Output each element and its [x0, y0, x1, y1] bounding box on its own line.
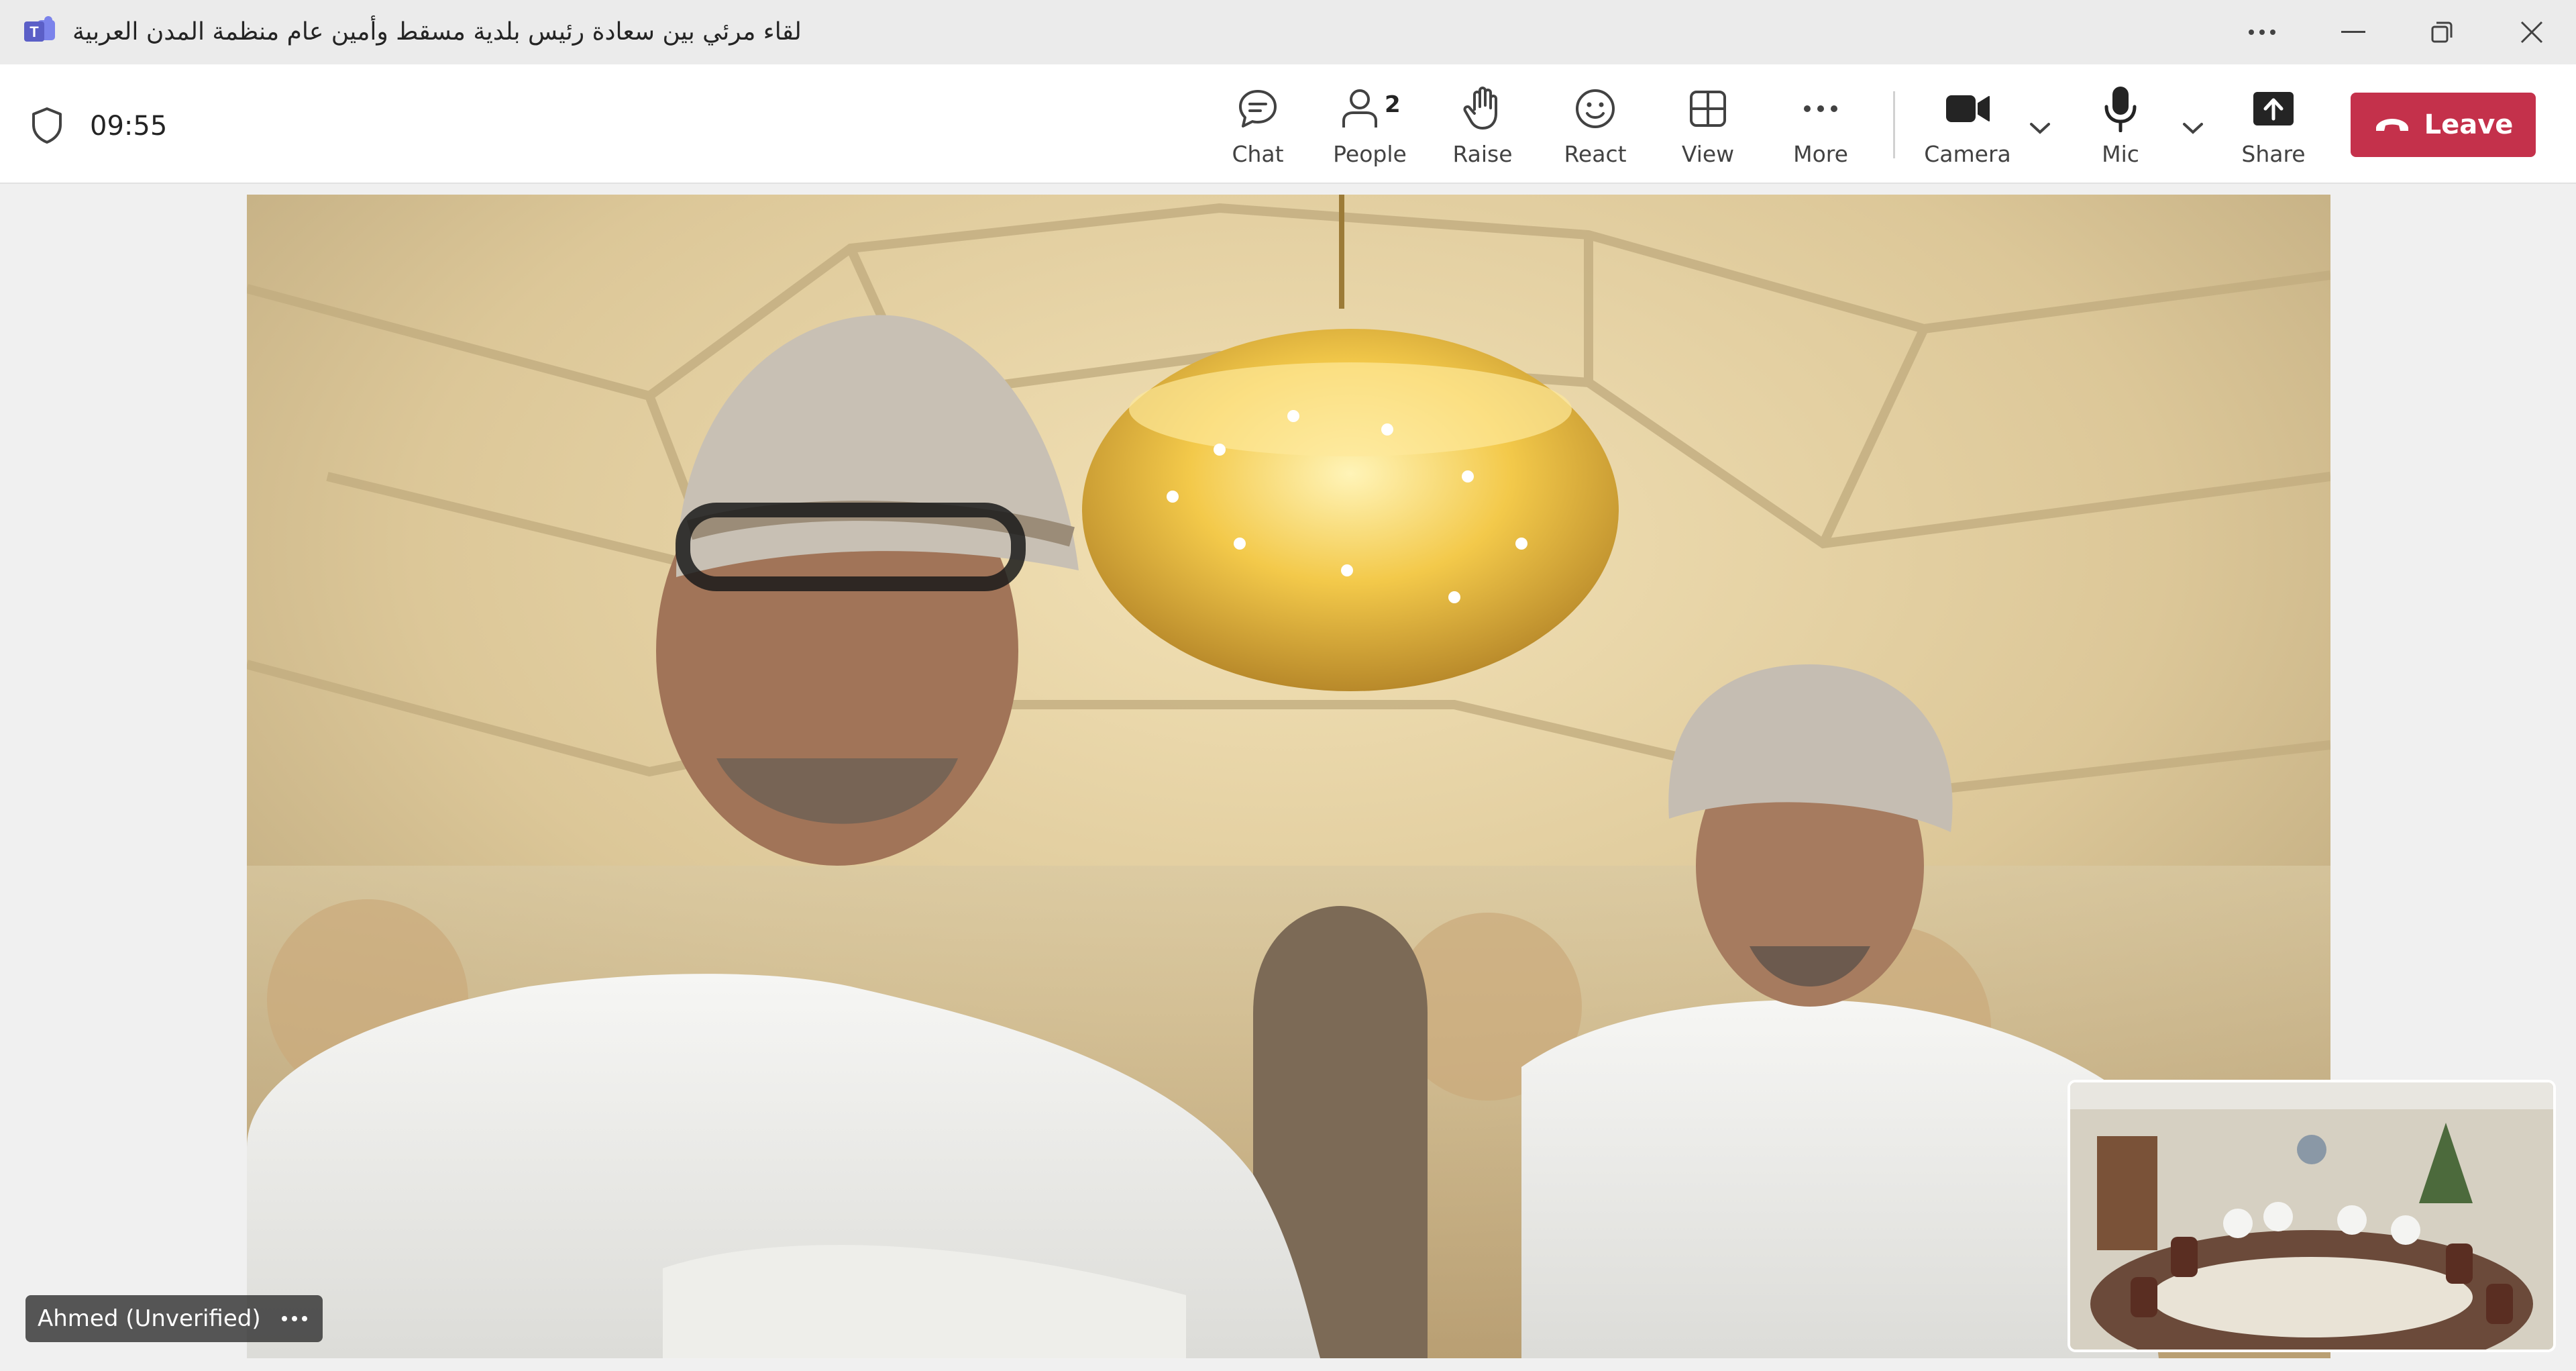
- meeting-stage: Ahmed (Unverified): [0, 185, 2576, 1371]
- window-more-button[interactable]: [2218, 0, 2306, 64]
- raise-hand-button[interactable]: Raise: [1429, 83, 1536, 170]
- share-button[interactable]: Share: [2220, 83, 2327, 170]
- camera-options-chevron[interactable]: [2023, 111, 2057, 145]
- minimize-button[interactable]: [2309, 0, 2398, 64]
- view-grid-icon: [1690, 91, 1726, 127]
- people-icon: [1342, 89, 1377, 128]
- view-label: View: [1681, 141, 1735, 167]
- close-button[interactable]: [2487, 0, 2576, 64]
- people-button[interactable]: 2 People: [1316, 83, 1424, 170]
- people-count-badge: 2: [1385, 91, 1401, 118]
- title-bar: T لقاء مرئي بين سعادة رئيس بلدية مسقط وأ…: [0, 0, 2576, 64]
- participant-name-tag: Ahmed (Unverified): [25, 1295, 323, 1342]
- self-view-video[interactable]: [2068, 1080, 2556, 1352]
- share-label: Share: [2241, 141, 2306, 167]
- camera-icon: [1946, 95, 1990, 122]
- leave-button[interactable]: Leave: [2351, 93, 2536, 157]
- toolbar-divider: [1893, 91, 1895, 158]
- share-icon: [2253, 92, 2294, 125]
- window-title: لقاء مرئي بين سعادة رئيس بلدية مسقط وأمي…: [72, 18, 802, 46]
- people-label: People: [1333, 141, 1407, 167]
- video-frame-image: [247, 195, 2330, 1358]
- chat-label: Chat: [1232, 141, 1284, 167]
- chat-icon: [1239, 90, 1277, 128]
- mic-icon: [2104, 87, 2137, 132]
- camera-label: Camera: [1924, 141, 2011, 167]
- react-icon: [1576, 89, 1615, 128]
- hang-up-icon: [2375, 119, 2408, 131]
- view-button[interactable]: View: [1654, 83, 1762, 170]
- shield-icon: [32, 107, 62, 144]
- mic-label: Mic: [2102, 141, 2139, 167]
- close-icon: [2520, 21, 2543, 44]
- chat-button[interactable]: Chat: [1204, 83, 1311, 170]
- participant-name: Ahmed (Unverified): [38, 1305, 261, 1332]
- mic-options-chevron[interactable]: [2176, 111, 2210, 145]
- raise-label: Raise: [1452, 141, 1513, 167]
- react-button[interactable]: React: [1542, 83, 1649, 170]
- more-icon: [1804, 105, 1837, 112]
- mic-button[interactable]: Mic: [2067, 83, 2174, 170]
- raise-hand-icon: [1463, 87, 1497, 130]
- self-view-image: [2070, 1082, 2553, 1350]
- chevron-down-icon: [2030, 123, 2050, 134]
- main-video-feed[interactable]: [247, 195, 2330, 1358]
- restore-button[interactable]: [2398, 0, 2486, 64]
- more-button[interactable]: More: [1767, 83, 1874, 170]
- teams-icon: T: [24, 16, 55, 42]
- minimize-icon: [2341, 31, 2365, 33]
- more-icon: [2249, 30, 2275, 35]
- chevron-down-icon: [2183, 123, 2203, 134]
- meeting-toolbar: 09:55 Chat 2 People Raise React View Mor…: [0, 64, 2576, 184]
- svg-text:T: T: [30, 23, 39, 40]
- react-label: React: [1564, 141, 1627, 167]
- leave-label: Leave: [2424, 109, 2514, 140]
- meeting-timer: 09:55: [90, 111, 168, 142]
- restore-icon: [2431, 21, 2453, 43]
- participant-more-icon[interactable]: [281, 1315, 308, 1322]
- camera-button[interactable]: Camera: [1914, 83, 2021, 170]
- more-label: More: [1793, 141, 1848, 167]
